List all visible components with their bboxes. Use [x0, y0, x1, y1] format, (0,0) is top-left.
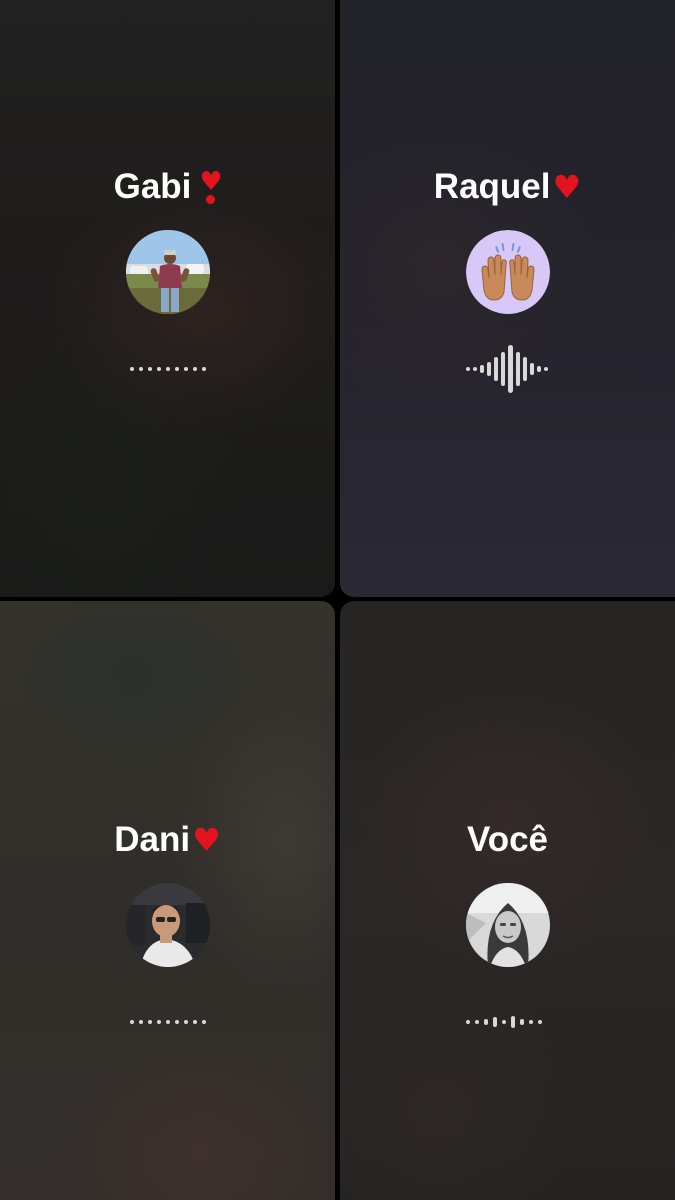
participant-name: Raquel ♥ — [434, 166, 581, 208]
avatar[interactable] — [465, 883, 550, 967]
participant-name: Você — [467, 819, 548, 861]
avatar[interactable] — [465, 230, 550, 314]
participant-tile-raquel[interactable]: Raquel ♥ — [340, 0, 675, 597]
call-grid: Gabi ♥ Raquel ♥ Dani ♥ Você — [0, 0, 675, 1200]
participant-name-text: Você — [466, 820, 549, 859]
participant-name-text: Raquel — [433, 167, 551, 206]
avatar[interactable] — [125, 883, 210, 967]
audio-indicator-low-activity — [465, 997, 551, 1047]
exclamation-heart-icon: ♥ — [199, 169, 223, 205]
participant-info: Raquel ♥ — [340, 166, 675, 394]
photo-avatar-person-in-car — [125, 883, 210, 967]
audio-indicator-silent — [129, 997, 206, 1047]
participant-info: Gabi ♥ — [0, 166, 335, 394]
audio-indicator-silent — [129, 344, 206, 394]
participant-name: Gabi ♥ — [113, 166, 223, 208]
participant-tile-gabi[interactable]: Gabi ♥ — [0, 0, 335, 597]
small-waveform-icon — [465, 1016, 542, 1028]
participant-name-text: Dani — [114, 820, 191, 859]
participant-name: Dani ♥ — [114, 819, 221, 861]
avatar[interactable] — [125, 230, 210, 314]
participant-tile-dani[interactable]: Dani ♥ — [0, 601, 335, 1200]
participant-tile-self[interactable]: Você — [340, 601, 675, 1200]
participant-name-text: Gabi — [113, 167, 192, 206]
photo-avatar-standing-person — [125, 230, 210, 314]
audio-waveform-speaking — [465, 344, 551, 394]
participant-info: Você — [340, 819, 675, 1047]
red-heart-icon: ♥ — [192, 821, 221, 859]
participant-info: Dani ♥ — [0, 819, 335, 1047]
red-heart-icon: ♥ — [552, 168, 582, 206]
raising-hands-emoji-avatar — [465, 230, 550, 314]
waveform-icon — [465, 345, 548, 393]
photo-avatar-grayscale-selfie — [465, 883, 550, 967]
